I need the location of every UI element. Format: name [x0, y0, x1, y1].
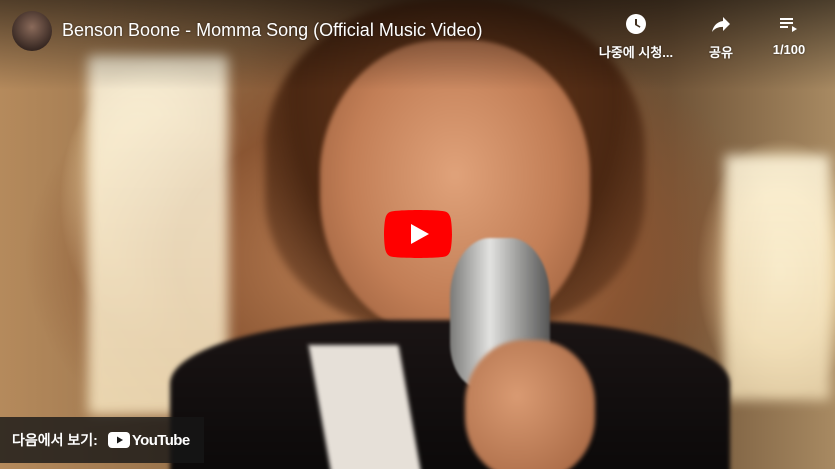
youtube-wordmark: YouTube [131, 431, 190, 449]
playlist-icon [780, 18, 797, 32]
share-label: 공유 [709, 45, 733, 60]
watch-later-button[interactable]: 나중에 시청... [596, 12, 676, 61]
watch-later-label: 나중에 시청... [598, 45, 674, 60]
clock-icon [626, 14, 646, 34]
play-button[interactable] [384, 210, 452, 258]
share-button[interactable]: 공유 [696, 12, 746, 61]
playlist-button[interactable]: 1/100 [762, 12, 816, 57]
watch-on-youtube-button[interactable]: 다음에서 보기: YouTube [0, 417, 204, 463]
watch-on-label: 다음에서 보기: [12, 432, 98, 448]
playlist-position-label: 1/100 [772, 42, 806, 57]
youtube-play-logo-icon [107, 432, 130, 448]
youtube-logo: YouTube [107, 431, 190, 449]
video-frame-hand [465, 340, 595, 469]
video-title[interactable]: Benson Boone - Momma Song (Official Musi… [62, 20, 483, 41]
background-window-right [725, 155, 830, 400]
play-icon [384, 210, 452, 258]
video-player[interactable]: Benson Boone - Momma Song (Official Musi… [0, 0, 835, 469]
top-bar: Benson Boone - Momma Song (Official Musi… [0, 0, 835, 70]
channel-avatar[interactable] [12, 11, 52, 51]
share-arrow-icon [712, 17, 730, 32]
